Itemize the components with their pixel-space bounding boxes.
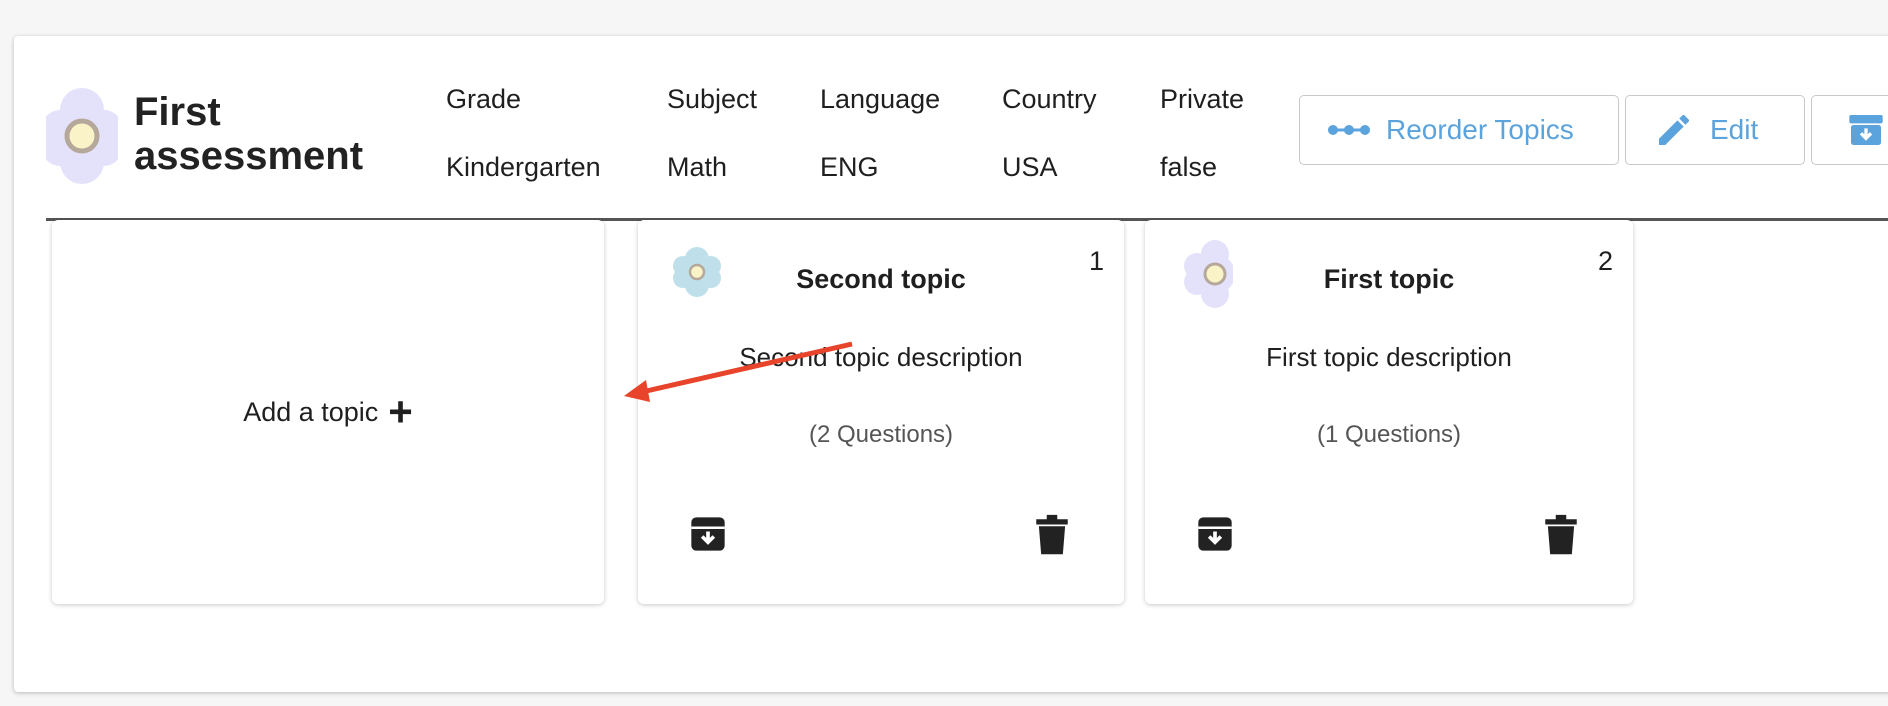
archive-icon[interactable] [1195,514,1235,554]
page-title: First assessment [134,90,364,178]
topic-description: First topic description [1266,342,1512,372]
meta-subject: Subject Math [667,72,757,208]
edit-button[interactable]: Edit [1625,95,1805,165]
meta-private: Private false [1160,72,1244,208]
topic-card[interactable]: 1 Second topic Second topic description … [638,220,1124,604]
meta-value: Math [667,152,728,182]
meta-value: USA [1002,152,1058,182]
archive-assessment-button[interactable] [1811,95,1888,165]
topic-card[interactable]: 2 First topic First topic description (1… [1145,220,1633,604]
archive-icon [1849,115,1883,145]
trash-icon[interactable] [1034,514,1070,556]
meta-label: Country [1002,84,1097,114]
pencil-icon [1659,114,1690,145]
topic-title: Second topic [796,264,966,294]
meta-label: Language [820,84,941,114]
meta-value: false [1160,152,1218,182]
meta-value: ENG [820,152,879,182]
meta-value: Kindergarten [446,152,601,182]
flower-logo-icon [46,88,118,184]
meta-label: Grade [446,84,522,114]
meta-language: Language ENG [820,72,940,208]
topic-title: First topic [1323,264,1455,294]
reorder-topics-label: Reorder Topics [1386,114,1574,145]
add-topic-card[interactable]: Add a topic + [52,220,604,604]
red-arrow-icon [624,341,853,402]
meta-label: Subject [667,84,758,114]
archive-icon[interactable] [688,514,728,554]
trash-icon[interactable] [1543,514,1579,556]
topic-question-count: (2 Questions) [808,421,954,448]
add-topic-label: Add a topic [243,396,379,427]
edit-label: Edit [1710,114,1759,145]
meta-label: Private [1160,84,1245,114]
reorder-icon [1328,125,1370,135]
meta-country: Country USA [1002,72,1097,208]
add-topic-button[interactable]: Add a topic + [243,388,413,435]
meta-grade: Grade Kindergarten [446,72,601,208]
topic-question-count: (1 Questions) [1316,421,1462,448]
reorder-topics-button[interactable]: Reorder Topics [1299,95,1619,165]
assessment-header: First assessment Grade Kindergarten Subj… [14,36,1888,220]
plus-icon: + [388,388,413,435]
